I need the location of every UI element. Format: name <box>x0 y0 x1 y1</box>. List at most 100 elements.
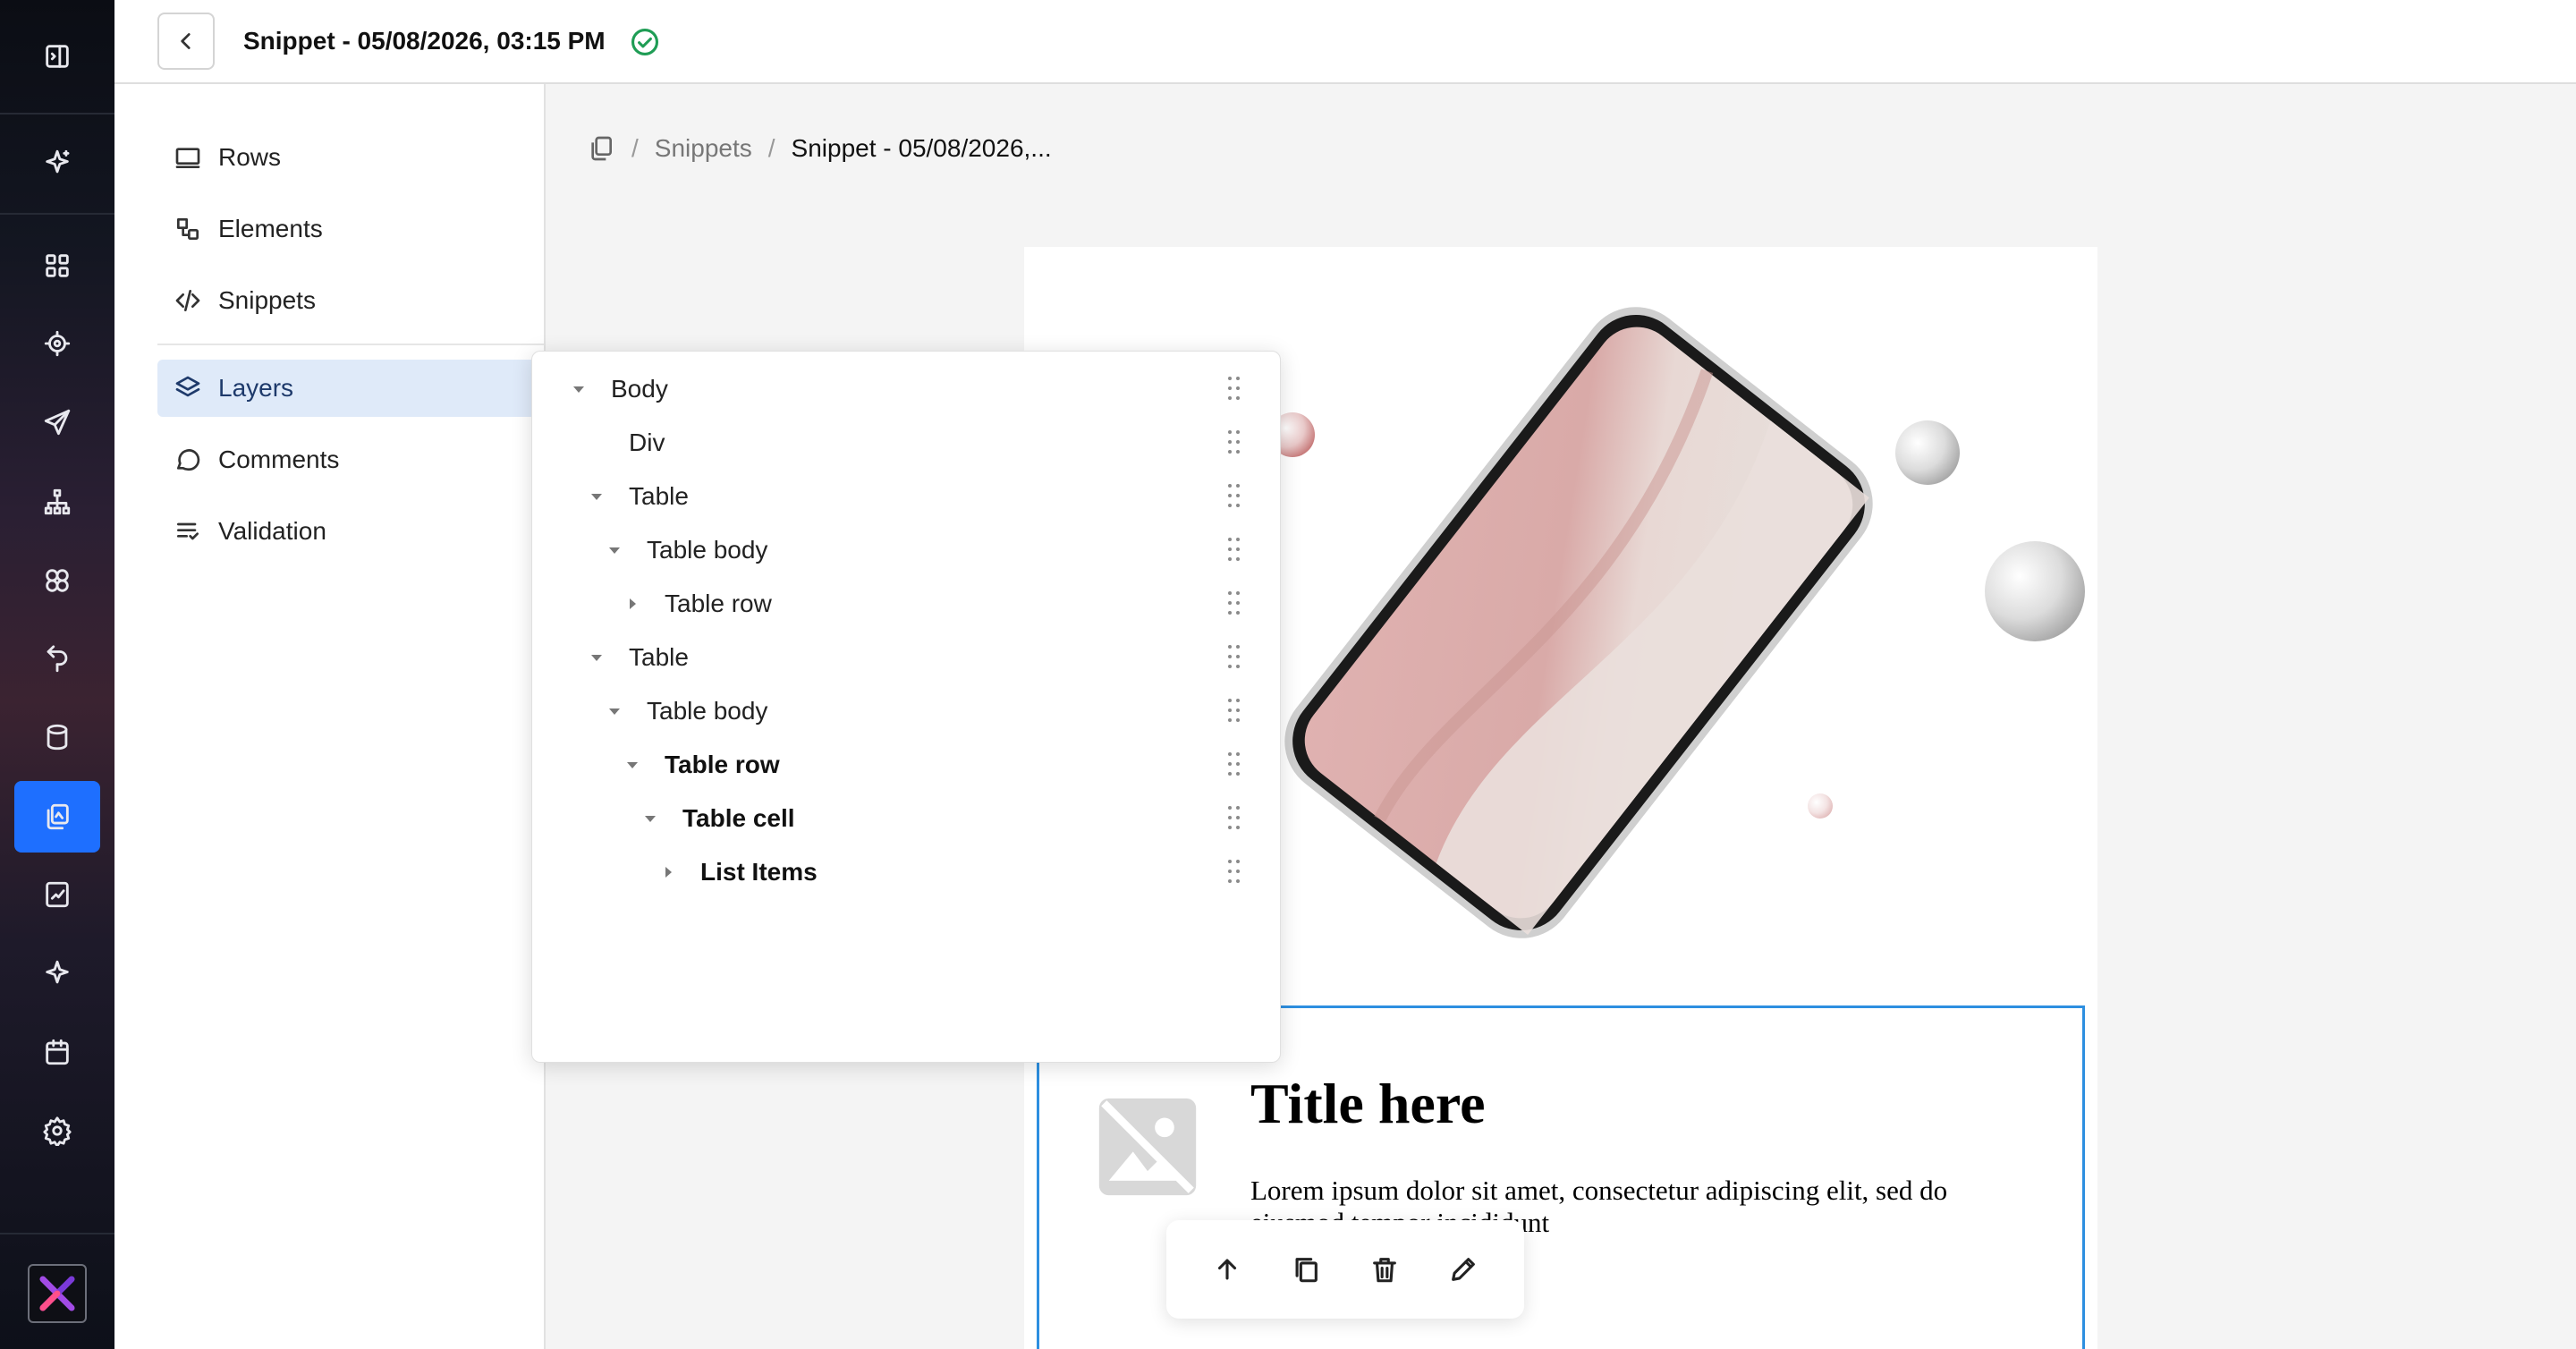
drag-handle-icon[interactable] <box>1228 591 1242 618</box>
delete-button[interactable] <box>1360 1244 1410 1294</box>
caret-down-icon[interactable] <box>588 649 606 666</box>
menu-item-validation[interactable]: Validation <box>157 503 544 560</box>
layer-row[interactable]: Div <box>532 416 1282 470</box>
brand-logo[interactable] <box>28 1264 87 1323</box>
rail-circles-button[interactable] <box>14 545 100 616</box>
menu-item-label: Snippets <box>218 286 316 314</box>
rail-target-button[interactable] <box>14 308 100 379</box>
send-icon <box>44 409 71 436</box>
ai-sparkle-icon <box>46 960 69 984</box>
layer-row[interactable]: Table row <box>532 738 1282 792</box>
layer-row[interactable]: Table <box>532 470 1282 523</box>
layer-label: List Items <box>700 858 818 886</box>
comment-icon <box>177 449 200 471</box>
caret-down-icon[interactable] <box>623 756 641 774</box>
app-rail <box>0 0 114 1349</box>
drag-handle-icon[interactable] <box>1228 806 1242 833</box>
drag-handle-icon[interactable] <box>1228 699 1242 725</box>
caret-right-icon[interactable] <box>659 863 677 881</box>
caret-down-icon[interactable] <box>606 702 623 720</box>
layer-label: Table cell <box>682 804 795 832</box>
drag-handle-icon[interactable] <box>1228 860 1242 887</box>
menu-item-label: Layers <box>218 374 294 402</box>
rail-chart-button[interactable] <box>14 859 100 930</box>
menu-item-label: Elements <box>218 215 323 242</box>
block-title[interactable]: Title here <box>1250 1071 1485 1137</box>
menu-divider <box>157 344 544 345</box>
circles-icon <box>46 569 69 592</box>
menu-item-layers[interactable]: Layers <box>157 360 544 417</box>
sparkle-icon <box>46 149 70 174</box>
logo-x-icon <box>39 1276 75 1311</box>
sidebar-toggle-icon <box>46 45 69 68</box>
top-bar: Snippet - 05/08/2026, 03:15 PM <box>114 0 2576 84</box>
page-title: Snippet - 05/08/2026, 03:15 PM <box>243 27 606 55</box>
drag-handle-icon[interactable] <box>1228 752 1242 779</box>
layer-row[interactable]: Table body <box>532 523 1282 577</box>
rail-templates-button[interactable] <box>14 781 100 853</box>
menu-item-label: Validation <box>218 517 326 545</box>
rail-ai-button[interactable] <box>14 127 100 199</box>
layer-row[interactable]: Table body <box>532 684 1282 738</box>
editor-side-panel: Rows Elements Snippets Layers Comments V… <box>114 84 546 1349</box>
hierarchy-icon <box>44 488 71 515</box>
rail-dashboard-button[interactable] <box>14 230 100 301</box>
menu-item-label: Rows <box>218 143 282 171</box>
drag-handle-icon[interactable] <box>1228 430 1242 457</box>
layer-row[interactable]: Table row <box>532 577 1282 631</box>
duplicate-button[interactable] <box>1281 1244 1331 1294</box>
menu-item-rows[interactable]: Rows <box>157 129 544 186</box>
templates-icon[interactable] <box>587 134 615 163</box>
caret-down-icon[interactable] <box>570 380 588 398</box>
layer-row[interactable]: Table cell <box>532 792 1282 845</box>
settings-icon <box>43 1116 72 1146</box>
image-placeholder-icon[interactable] <box>1089 1089 1206 1205</box>
rail-settings-button[interactable] <box>14 1095 100 1167</box>
breadcrumb-current: Snippet - 05/08/2026,... <box>791 134 1052 162</box>
rail-hierarchy-button[interactable] <box>14 466 100 538</box>
rows-icon <box>175 148 200 168</box>
rail-calendar-button[interactable] <box>14 1016 100 1088</box>
templates-icon <box>47 803 69 830</box>
edit-button[interactable] <box>1438 1244 1488 1294</box>
layer-label: Table body <box>647 536 768 564</box>
trash-icon <box>1373 1258 1396 1283</box>
drag-handle-icon[interactable] <box>1228 484 1242 511</box>
menu-item-label: Comments <box>218 445 340 473</box>
validation-icon <box>177 522 199 540</box>
pencil-icon <box>1452 1258 1475 1281</box>
rail-return-button[interactable] <box>14 624 100 695</box>
layer-label: Table row <box>665 590 772 617</box>
layer-label: Table body <box>647 697 768 725</box>
menu-item-snippets[interactable]: Snippets <box>157 272 544 329</box>
return-icon <box>47 645 68 673</box>
rail-ai-sparkle-button[interactable] <box>14 938 100 1009</box>
caret-down-icon[interactable] <box>606 541 623 559</box>
breadcrumb: / Snippets / Snippet - 05/08/2026,... <box>587 134 1052 163</box>
menu-item-comments[interactable]: Comments <box>157 431 544 488</box>
chevron-left-icon <box>181 33 191 49</box>
layers-panel: Body Div Table Table body Table row Table Tabl… <box>531 351 1281 1063</box>
layers-icon <box>175 376 200 397</box>
caret-right-icon[interactable] <box>623 595 641 613</box>
calendar-icon <box>46 1039 69 1065</box>
rail-database-button[interactable] <box>14 701 100 773</box>
arrow-up-icon <box>1217 1259 1237 1280</box>
database-icon <box>47 724 68 751</box>
move-up-button[interactable] <box>1202 1244 1252 1294</box>
layer-row[interactable]: Table <box>532 631 1282 684</box>
rail-send-button[interactable] <box>14 386 100 458</box>
caret-down-icon[interactable] <box>641 810 659 827</box>
drag-handle-icon[interactable] <box>1228 538 1242 564</box>
sidebar-toggle-button[interactable] <box>14 21 100 92</box>
layer-row[interactable]: Body <box>532 362 1282 416</box>
back-button[interactable] <box>157 13 215 70</box>
breadcrumb-link-snippets[interactable]: Snippets <box>655 134 752 163</box>
caret-down-icon[interactable] <box>588 488 606 505</box>
layer-row[interactable]: List Items <box>532 845 1282 899</box>
drag-handle-icon[interactable] <box>1228 645 1242 672</box>
menu-item-elements[interactable]: Elements <box>157 200 544 258</box>
block-action-toolbar <box>1166 1220 1524 1319</box>
layer-label: Div <box>629 428 665 456</box>
drag-handle-icon[interactable] <box>1228 377 1242 403</box>
